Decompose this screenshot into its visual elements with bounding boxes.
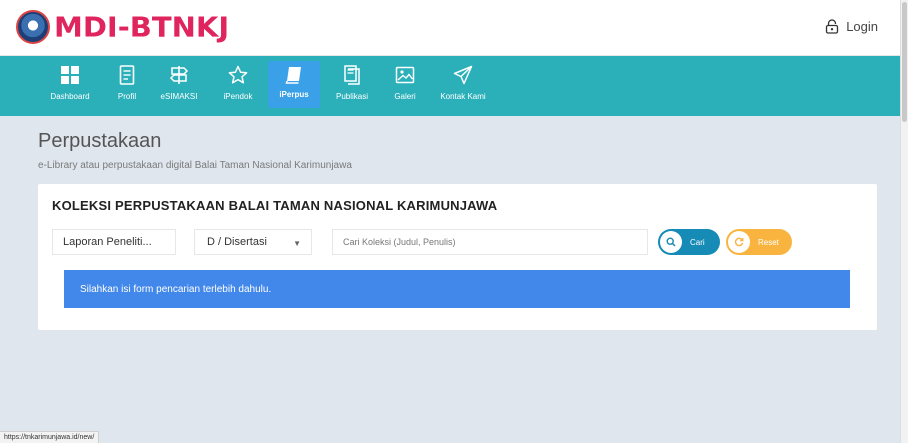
collection-type-value: Laporan Peneliti... [63, 236, 152, 248]
nav-label: iPendok [223, 92, 253, 101]
nav-item-esimaksi[interactable]: eSIMAKSI [156, 56, 202, 116]
nav-item-iperpus[interactable]: iPerpus [268, 61, 320, 108]
scrollbar-thumb[interactable] [902, 2, 907, 122]
main-navbar: Dashboard Profil eSIMAKSI iPendok iPerpu… [0, 56, 900, 116]
nav-label: Galeri [394, 92, 416, 101]
logo-text: MDI-BTNKJ [54, 10, 230, 44]
search-button[interactable]: Cari [658, 229, 720, 255]
page-scrollbar[interactable] [900, 0, 908, 443]
status-bar-url: https://tnkarimunjawa.id/new/ [0, 431, 100, 443]
nav-item-dashboard[interactable]: Dashboard [44, 56, 96, 116]
nav-label: iPerpus [279, 90, 309, 99]
library-collection-card: KOLEKSI PERPUSTAKAAN BALAI TAMAN NASIONA… [38, 184, 877, 330]
nav-item-publikasi[interactable]: Publikasi [330, 56, 374, 116]
document-icon [119, 64, 135, 86]
nav-item-profil[interactable]: Profil [110, 56, 144, 116]
nav-item-kontak-kami[interactable]: Kontak Kami [436, 56, 490, 116]
star-icon [228, 64, 248, 86]
logo-emblem-icon [16, 10, 50, 44]
nav-label: Kontak Kami [440, 92, 486, 101]
nav-item-ipendok[interactable]: iPendok [218, 56, 258, 116]
search-icon [660, 231, 682, 253]
degree-value: D / Disertasi [207, 236, 267, 248]
info-alert: Silahkan isi form pencarian terlebih dah… [64, 270, 850, 308]
search-input[interactable] [332, 229, 648, 255]
card-title: KOLEKSI PERPUSTAKAAN BALAI TAMAN NASIONA… [52, 198, 498, 213]
site-header: MDI-BTNKJ Login [0, 0, 900, 56]
reset-button[interactable]: Reset [726, 229, 792, 255]
nav-label: Publikasi [335, 92, 368, 101]
signpost-icon [169, 64, 189, 86]
site-logo[interactable]: MDI-BTNKJ [16, 10, 229, 44]
alert-message: Silahkan isi form pencarian terlebih dah… [80, 283, 272, 295]
book-icon [284, 64, 304, 86]
collection-type-select[interactable]: Laporan Peneliti... [52, 229, 176, 255]
reset-button-label: Reset [758, 237, 779, 247]
image-icon [395, 64, 415, 86]
lock-icon [826, 19, 839, 34]
nav-item-galeri[interactable]: Galeri [386, 56, 424, 116]
files-icon [343, 64, 361, 86]
refresh-icon [728, 231, 750, 253]
nav-label: eSIMAKSI [160, 92, 198, 101]
search-button-label: Cari [690, 237, 705, 247]
chevron-down-icon: ▼ [293, 239, 301, 248]
nav-label: Dashboard [50, 92, 90, 101]
nav-label: Profil [117, 92, 137, 101]
degree-select[interactable]: D / Disertasi ▼ [194, 229, 312, 255]
page-subtitle: e-Library atau perpustakaan digital Bala… [38, 160, 352, 171]
login-button[interactable]: Login [825, 19, 878, 34]
login-label: Login [846, 19, 878, 34]
send-icon [453, 64, 473, 86]
page-title: Perpustakaan [38, 130, 162, 152]
dashboard-icon [60, 64, 80, 86]
